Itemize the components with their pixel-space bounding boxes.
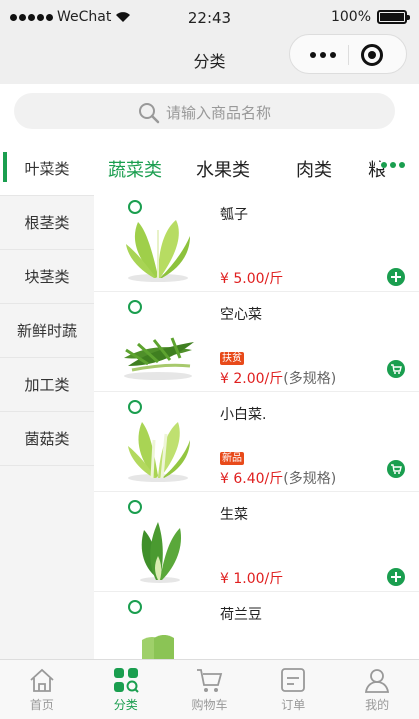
sidebar-item-processed[interactable]: 加工类 xyxy=(0,358,94,412)
tab-meat[interactable]: 肉类 xyxy=(296,156,332,182)
product-name: 生菜 xyxy=(220,507,248,523)
new-product-badge: 新品 xyxy=(220,452,244,465)
sidebar-item-root[interactable]: 根茎类 xyxy=(0,196,94,250)
category-tabs: 蔬菜类 水果类 肉类 粮 xyxy=(94,142,419,192)
price-value: ¥ 5.00/斤 xyxy=(220,271,284,287)
sidebar-item-label: 叶菜类 xyxy=(24,160,70,178)
search-icon xyxy=(139,103,160,124)
sidebar-item-mushroom[interactable]: 菌菇类 xyxy=(0,412,94,466)
tabbar-category[interactable]: 分类 xyxy=(84,660,168,719)
more-options-icon[interactable] xyxy=(310,52,336,58)
tabbar-cart[interactable]: 购物车 xyxy=(168,660,252,719)
category-sidebar: 叶菜类 根茎类 块茎类 新鲜时蔬 加工类 菌菇类 xyxy=(0,142,94,659)
list-item[interactable]: 瓠子 ¥ 5.00/斤 xyxy=(94,192,419,292)
add-to-cart-button[interactable] xyxy=(387,268,405,286)
brand-logo-icon xyxy=(128,600,142,614)
price-value: ¥ 1.00/斤 xyxy=(220,571,284,587)
cart-icon xyxy=(391,364,402,374)
sidebar-item-label: 块茎类 xyxy=(24,268,70,286)
brand-logo-icon xyxy=(128,500,142,514)
tabbar-label: 订单 xyxy=(281,698,306,712)
sidebar-item-tuber[interactable]: 块茎类 xyxy=(0,250,94,304)
brand-logo-icon xyxy=(128,200,142,214)
sidebar-item-label: 加工类 xyxy=(24,376,70,394)
multi-spec-label: (多规格) xyxy=(283,471,337,487)
product-price: ¥ 5.00/斤 xyxy=(220,268,283,288)
brand-logo-icon xyxy=(128,400,142,414)
tab-grain[interactable]: 粮 xyxy=(368,156,386,182)
tabbar-home[interactable]: 首页 xyxy=(0,660,84,719)
tabbar-label: 首页 xyxy=(29,698,54,712)
cart-icon-button[interactable] xyxy=(387,460,405,478)
navigation-bar: 分类 xyxy=(0,34,419,84)
tabbar-profile[interactable]: 我的 xyxy=(335,660,419,719)
add-to-cart-button[interactable] xyxy=(387,568,405,586)
list-item[interactable]: 生菜 ¥ 1.00/斤 xyxy=(94,492,419,592)
search-input[interactable]: 请输入商品名称 xyxy=(14,93,395,129)
close-miniprogram-icon[interactable] xyxy=(361,44,383,66)
product-price: ¥ 2.00/斤(多规格) xyxy=(220,368,336,388)
product-price: ¥ 6.40/斤(多规格) xyxy=(220,468,336,488)
cart-icon-button[interactable] xyxy=(387,360,405,378)
price-value: ¥ 2.00/斤 xyxy=(220,371,284,387)
price-value: ¥ 6.40/斤 xyxy=(220,471,284,487)
tabbar-label: 购物车 xyxy=(191,698,228,712)
tabbar-label: 我的 xyxy=(365,698,390,712)
product-name: 小白菜. xyxy=(220,407,267,423)
product-name: 空心菜 xyxy=(220,307,262,323)
sidebar-item-label: 根茎类 xyxy=(24,214,70,232)
sidebar-item-label: 菌菇类 xyxy=(24,430,70,448)
more-tabs-icon[interactable] xyxy=(375,162,405,168)
order-icon xyxy=(281,668,306,692)
cart-icon xyxy=(197,669,223,692)
sidebar-item-label: 新鲜时蔬 xyxy=(16,322,77,340)
home-icon xyxy=(30,668,54,692)
list-item[interactable]: 小白菜. 新品 ¥ 6.40/斤(多规格) xyxy=(94,392,419,492)
product-name: 瓠子 xyxy=(220,207,248,223)
list-item[interactable]: 荷兰豆 xyxy=(94,592,419,659)
tabbar-label: 分类 xyxy=(113,698,138,712)
product-name: 荷兰豆 xyxy=(220,607,262,623)
tab-vegetables[interactable]: 蔬菜类 xyxy=(108,156,162,182)
battery-icon xyxy=(377,10,410,24)
brand-logo-icon xyxy=(128,300,142,314)
miniprogram-capsule xyxy=(289,34,407,74)
capsule-divider xyxy=(348,45,349,65)
cart-icon xyxy=(391,464,402,474)
tab-fruits[interactable]: 水果类 xyxy=(196,156,250,182)
battery-percent: 100% xyxy=(330,9,371,25)
sidebar-item-leafy[interactable]: 叶菜类 xyxy=(0,142,94,196)
bottom-tab-bar: 首页 分类 购物车 订单 我的 xyxy=(0,659,419,719)
search-area: 请输入商品名称 xyxy=(0,84,419,142)
user-icon xyxy=(365,669,390,693)
poverty-alleviation-badge: 扶贫 xyxy=(220,352,244,365)
sidebar-item-fresh[interactable]: 新鲜时蔬 xyxy=(0,304,94,358)
search-placeholder: 请输入商品名称 xyxy=(166,104,272,122)
battery-status: 100% xyxy=(330,9,410,25)
multi-spec-label: (多规格) xyxy=(283,371,337,387)
category-icon xyxy=(113,668,139,693)
product-price: ¥ 1.00/斤 xyxy=(220,568,283,588)
list-item[interactable]: 空心菜 扶贫 ¥ 2.00/斤(多规格) xyxy=(94,292,419,392)
status-bar: WeChat 22:43 100% xyxy=(0,0,419,34)
product-list: 瓠子 ¥ 5.00/斤 空心菜 扶贫 ¥ 2.00/斤(多规格) 小白菜. 新品… xyxy=(94,192,419,659)
tabbar-orders[interactable]: 订单 xyxy=(251,660,335,719)
